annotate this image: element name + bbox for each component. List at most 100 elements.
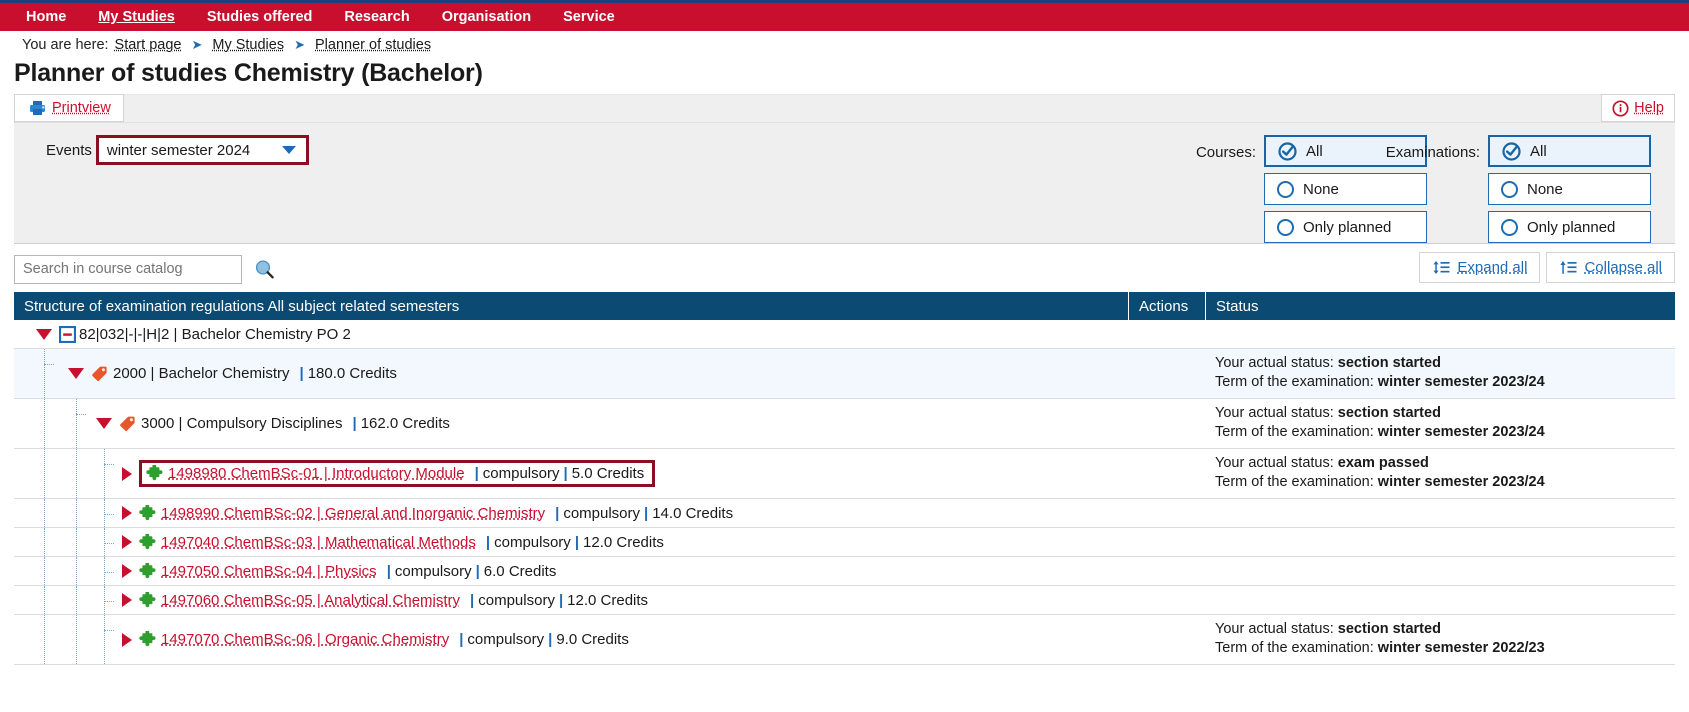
table-row[interactable]: 1498990 ChemBSc-02 | General and Inorgan… — [14, 499, 1675, 528]
nav-item-studies-offered[interactable]: Studies offered — [191, 6, 329, 28]
expand-all-button[interactable]: Expand all — [1419, 252, 1541, 283]
tree-guide-connector — [44, 364, 54, 365]
examinations-option-all[interactable]: All — [1488, 135, 1651, 167]
radio-circle-icon — [1277, 218, 1294, 236]
printview-button[interactable]: Printview — [14, 94, 124, 122]
module-link[interactable]: 1498980 ChemBSc-01 | Introductory Module — [168, 465, 465, 482]
expand-all-icon — [1432, 260, 1450, 275]
toolbar-spacer — [123, 94, 1602, 122]
collapse-triangle-icon[interactable] — [68, 368, 84, 379]
nav-item-research[interactable]: Research — [328, 6, 425, 28]
module-link[interactable]: 1497040 ChemBSc-03 | Mathematical Method… — [161, 534, 476, 551]
breadcrumb-item-my-studies[interactable]: My Studies — [212, 37, 284, 53]
expand-triangle-icon[interactable] — [122, 506, 132, 520]
study-plan-table: Structure of examination regulations All… — [14, 292, 1675, 665]
collapse-all-icon — [1559, 260, 1577, 275]
filter-panel: Events winter semester 2024 Courses: All… — [14, 122, 1675, 244]
status-actual-line: Your actual status: section started — [1215, 620, 1675, 639]
breadcrumb-item-start-page[interactable]: Start page — [115, 37, 182, 53]
row-label[interactable]: 1497040 ChemBSc-03 | Mathematical Method… — [161, 534, 664, 551]
semester-select[interactable]: winter semester 2024 — [95, 135, 309, 165]
field-separator: | — [299, 365, 304, 382]
table-row[interactable]: 1497050 ChemBSc-04 | Physics | compulsory |… — [14, 557, 1675, 586]
row-structure-cell: 1497070 ChemBSc-06 | Organic Chemistry | c… — [14, 615, 1128, 664]
examinations-filter-group: Examinations: All None Only planned — [1386, 135, 1651, 249]
table-row[interactable]: 1497070 ChemBSc-06 | Organic Chemistry | c… — [14, 615, 1675, 665]
row-actions-cell — [1128, 320, 1205, 348]
table-row[interactable]: 2000 | Bachelor Chemistry | 180.0 Credits Y… — [14, 349, 1675, 399]
table-row[interactable]: 1497040 ChemBSc-03 | Mathematical Method… — [14, 528, 1675, 557]
module-link[interactable]: 1498990 ChemBSc-02 | General and Inorgan… — [161, 505, 545, 522]
semester-select-value: winter semester 2024 — [106, 141, 251, 159]
tree-guide-line — [44, 586, 45, 614]
magnifier-icon[interactable] — [254, 259, 275, 280]
table-row[interactable]: 82|032|-|-|H|2 | Bachelor Chemistry PO 2 — [14, 320, 1675, 349]
table-row[interactable]: 1497060 ChemBSc-05 | Analytical Chemistr… — [14, 586, 1675, 615]
module-link: 3000 | Compulsory Disciplines — [141, 415, 343, 432]
expand-triangle-icon[interactable] — [122, 632, 132, 647]
minus-box-icon[interactable] — [59, 325, 76, 343]
page-title: Planner of studies Chemistry (Bachelor) — [14, 59, 483, 87]
tree-guide-line — [76, 449, 77, 498]
expand-triangle-icon[interactable] — [122, 466, 132, 481]
row-label[interactable]: 1497050 ChemBSc-04 | Physics | compulsory |… — [161, 563, 556, 580]
row-structure-cell: 1498990 ChemBSc-02 | General and Inorgan… — [14, 499, 1128, 527]
printview-label: Printview — [52, 100, 111, 116]
examinations-option-only-planned[interactable]: Only planned — [1488, 211, 1651, 243]
nav-item-service[interactable]: Service — [547, 6, 631, 28]
collapse-triangle-icon[interactable] — [36, 328, 52, 340]
row-course-type: compulsory — [494, 533, 571, 551]
row-label: 3000 | Compulsory Disciplines | 162.0 Cred… — [141, 415, 450, 432]
printer-icon — [29, 100, 46, 116]
row-structure-cell: 3000 | Compulsory Disciplines | 162.0 Cred… — [14, 399, 1128, 448]
field-separator: | — [558, 591, 564, 609]
field-separator: | — [352, 415, 357, 432]
search-input[interactable] — [14, 254, 242, 284]
row-status-cell: Your actual status: section started Term … — [1205, 349, 1675, 398]
row-label[interactable]: 1497060 ChemBSc-05 | Analytical Chemistr… — [161, 592, 648, 609]
status-actual-label: Your actual status: — [1215, 355, 1334, 371]
row-label[interactable]: 1498990 ChemBSc-02 | General and Inorgan… — [161, 505, 733, 522]
row-label[interactable]: 1498980 ChemBSc-01 | Introductory Module… — [168, 465, 644, 482]
help-button[interactable]: Help — [1601, 94, 1675, 122]
module-link[interactable]: 1497060 ChemBSc-05 | Analytical Chemistr… — [161, 592, 460, 609]
tree-node: 3000 | Compulsory Disciplines | 162.0 Cred… — [119, 415, 450, 432]
courses-option-none[interactable]: None — [1264, 173, 1427, 205]
status-term-line: Term of the examination: winter semester… — [1215, 373, 1675, 392]
module-link[interactable]: 1497050 ChemBSc-04 | Physics — [161, 563, 377, 580]
courses-option-only-planned[interactable]: Only planned — [1264, 211, 1427, 243]
expand-triangle-icon[interactable] — [122, 593, 132, 607]
breadcrumb-item-planner-of-studies[interactable]: Planner of studies — [315, 37, 431, 53]
collapse-triangle-icon[interactable] — [96, 418, 112, 429]
puzzle-icon — [139, 533, 156, 551]
row-label[interactable]: 1497070 ChemBSc-06 | Organic Chemistry | c… — [161, 631, 629, 648]
status-actual-line: Your actual status: section started — [1215, 354, 1675, 373]
nav-item-my-studies[interactable]: My Studies — [82, 6, 191, 28]
table-header-row: Structure of examination regulations All… — [14, 292, 1675, 320]
courses-option-label: Only planned — [1303, 218, 1392, 236]
nav-item-home[interactable]: Home — [10, 6, 82, 28]
page-toolbar: Printview Help — [0, 94, 1689, 122]
row-status-cell — [1205, 528, 1675, 556]
table-row[interactable]: 1498980 ChemBSc-01 | Introductory Module… — [14, 449, 1675, 499]
tree-guide-line — [44, 557, 45, 585]
row-actions-cell — [1128, 586, 1205, 614]
nav-item-organisation[interactable]: Organisation — [426, 6, 547, 28]
row-credits: 9.0 Credits — [556, 631, 629, 648]
breadcrumb: You are here: Start page ➤ My Studies ➤ … — [0, 31, 1689, 57]
row-structure-cell: 1497060 ChemBSc-05 | Analytical Chemistr… — [14, 586, 1128, 614]
table-row[interactable]: 3000 | Compulsory Disciplines | 162.0 Cred… — [14, 399, 1675, 449]
row-status-cell: Your actual status: section started Term … — [1205, 615, 1675, 664]
field-separator: | — [644, 504, 649, 522]
tree-guide-line — [104, 615, 105, 664]
module-link[interactable]: 1497070 ChemBSc-06 | Organic Chemistry — [161, 631, 449, 648]
examinations-option-none[interactable]: None — [1488, 173, 1651, 205]
tree-node: 1497060 ChemBSc-05 | Analytical Chemistr… — [139, 591, 648, 609]
module-link: 2000 | Bachelor Chemistry — [113, 365, 290, 382]
expand-triangle-icon[interactable] — [122, 564, 132, 578]
collapse-all-button[interactable]: Collapse all — [1546, 252, 1675, 283]
expand-triangle-icon[interactable] — [122, 535, 132, 549]
status-term-line: Term of the examination: winter semester… — [1215, 639, 1675, 658]
row-label: 82|032|-|-|H|2 | Bachelor Chemistry PO 2 — [79, 325, 351, 343]
tree-guide-connector — [104, 464, 114, 465]
